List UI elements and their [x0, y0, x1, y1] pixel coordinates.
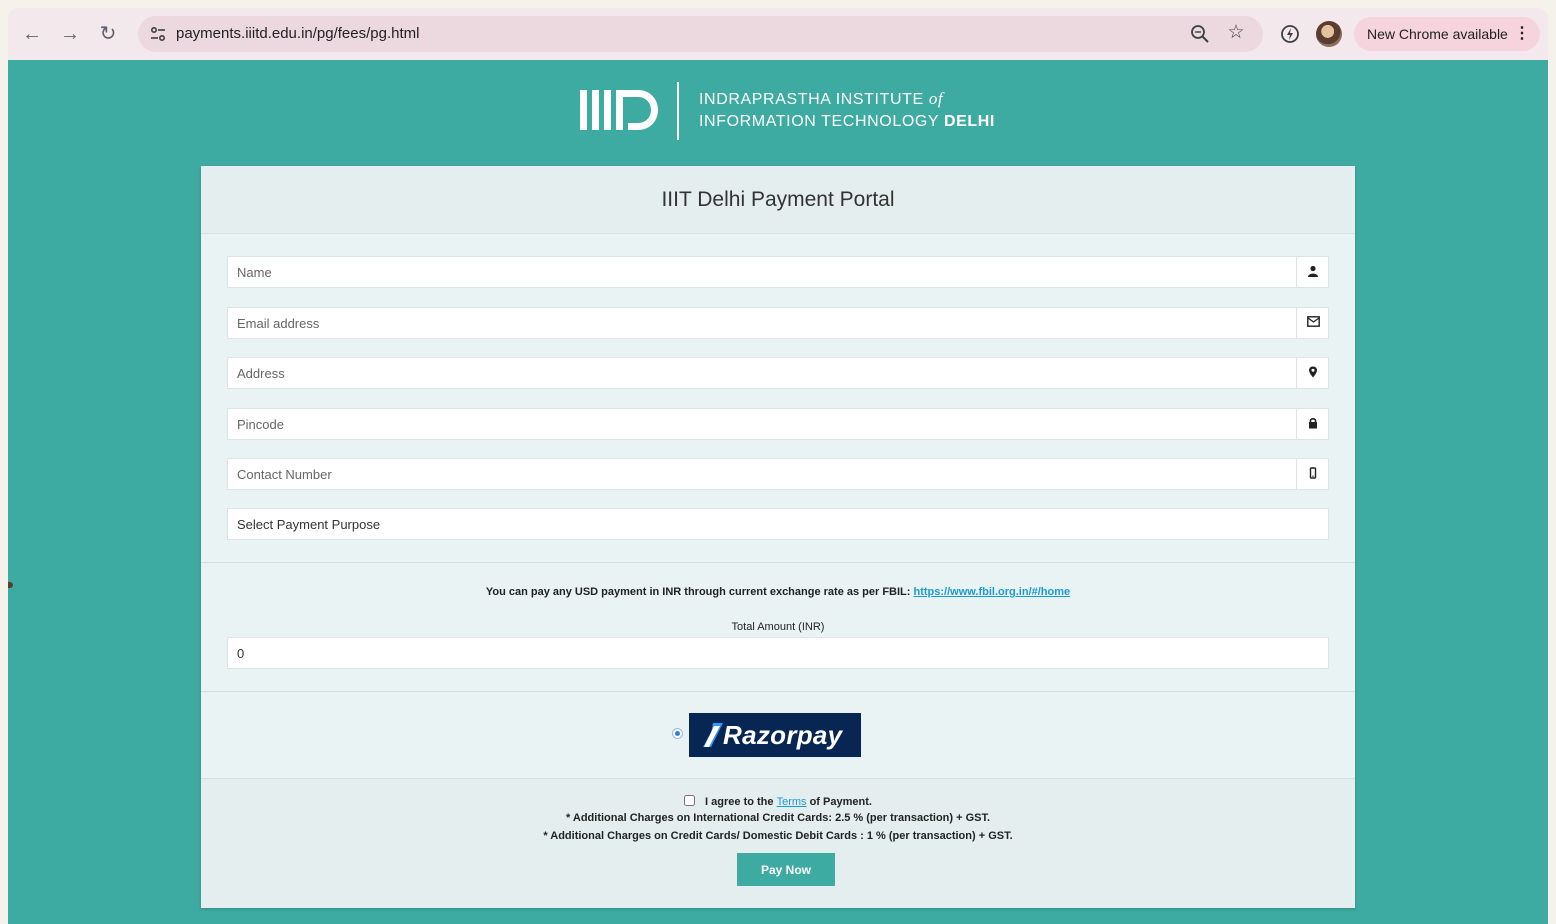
purpose-field: Select Payment Purpose — [227, 508, 1329, 540]
card-header: IIIT Delhi Payment Portal — [201, 166, 1355, 234]
section-divider — [201, 562, 1355, 563]
pincode-field — [227, 408, 1329, 440]
contact-input[interactable] — [228, 459, 1296, 489]
map-marker-icon — [1309, 366, 1317, 378]
address-addon — [1296, 358, 1328, 388]
razorpay-label: Razorpay — [723, 720, 843, 750]
browser-toolbar: ← → ↻ payments.iiitd.edu.in/pg/fees/pg.h… — [8, 8, 1548, 60]
forward-arrow-icon[interactable]: → — [58, 22, 82, 46]
terms-checkbox[interactable] — [684, 795, 696, 806]
page-body: INDRAPRASTHA INSTITUTE of INFORMATION TE… — [8, 60, 1548, 924]
chrome-update-button[interactable]: New Chrome available ⋮ — [1354, 17, 1540, 51]
name-addon — [1296, 257, 1328, 287]
fbil-info-text: You can pay any USD payment in INR throu… — [485, 586, 914, 598]
agree-suffix: of Payment. — [806, 796, 872, 808]
name-field — [227, 256, 1329, 288]
payment-form-card: IIIT Delhi Payment Portal Name Email add… — [201, 166, 1355, 908]
fbil-link[interactable]: https://www.fbil.org.in/#/home — [914, 586, 1071, 598]
total-amount-input[interactable] — [228, 638, 1296, 668]
razorpay-mark-icon — [703, 723, 723, 747]
pincode-input[interactable] — [228, 409, 1296, 439]
logo-text-line2: INFORMATION TECHNOLOGY DELHI — [699, 113, 995, 130]
back-arrow-icon[interactable]: ← — [20, 22, 44, 46]
zoom-icon[interactable] — [1189, 23, 1211, 45]
logo-divider — [677, 82, 679, 140]
terms-link[interactable]: Terms — [777, 796, 807, 808]
bookmark-star-icon[interactable]: ☆ — [1225, 22, 1247, 44]
pay-now-button[interactable]: Pay Now — [737, 853, 835, 886]
chrome-update-label: New Chrome available — [1367, 26, 1508, 42]
email-input[interactable] — [228, 308, 1296, 338]
address-bar[interactable]: payments.iiitd.edu.in/pg/fees/pg.html ☆ — [138, 16, 1263, 52]
razorpay-logo[interactable]: Razorpay — [689, 713, 861, 757]
profile-avatar[interactable] — [1316, 21, 1342, 47]
razorpay-radio[interactable] — [672, 728, 683, 739]
terms-agreement: I agree to the Terms of Payment. — [201, 795, 1355, 808]
edge-marker — [8, 582, 13, 588]
envelope-icon — [1307, 316, 1320, 327]
user-icon — [1308, 265, 1318, 277]
page-title: IIIT Delhi Payment Portal — [661, 188, 895, 211]
extension-icon[interactable] — [1278, 22, 1302, 46]
contact-addon — [1296, 459, 1328, 489]
total-amount-label: Total Amount (INR) — [731, 621, 825, 633]
amount-field — [227, 637, 1329, 669]
email-addon — [1296, 308, 1328, 338]
iiitd-logo-mark — [580, 90, 658, 130]
url-text[interactable]: payments.iiitd.edu.in/pg/fees/pg.html — [176, 25, 419, 42]
agree-prefix: I agree to the — [705, 796, 777, 808]
pincode-addon — [1296, 409, 1328, 439]
address-input[interactable] — [228, 358, 1296, 388]
section-divider — [201, 691, 1355, 692]
lock-icon — [1309, 417, 1317, 429]
international-charges-note: * Additional Charges on International Cr… — [565, 812, 991, 824]
form-footer: I agree to the Terms of Payment. * Addit… — [201, 778, 1355, 908]
payment-purpose-select[interactable]: Select Payment Purpose — [228, 509, 1328, 539]
more-menu-icon[interactable]: ⋮ — [1514, 17, 1530, 51]
address-field — [227, 357, 1329, 389]
reload-icon[interactable]: ↻ — [96, 22, 120, 46]
mobile-icon — [1309, 467, 1317, 479]
logo-text-line1: INDRAPRASTHA INSTITUTE of — [699, 89, 944, 108]
name-input[interactable] — [228, 257, 1296, 287]
email-field — [227, 307, 1329, 339]
site-settings-icon[interactable] — [148, 24, 168, 44]
domestic-charges-note: * Additional Charges on Credit Cards/ Do… — [543, 830, 1013, 842]
fbil-info: You can pay any USD payment in INR throu… — [201, 586, 1355, 598]
contact-field — [227, 458, 1329, 490]
